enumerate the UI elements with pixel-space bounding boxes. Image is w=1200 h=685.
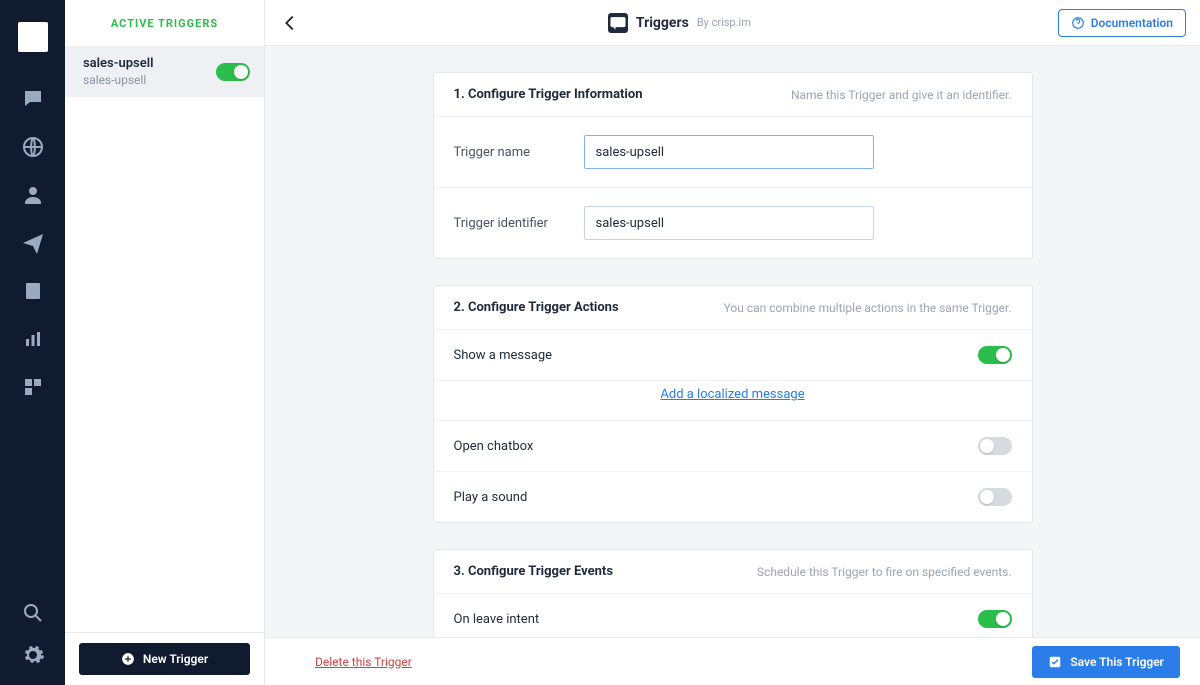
triggers-app-icon [608, 13, 628, 33]
search-icon[interactable] [21, 601, 45, 625]
action-play-sound-toggle[interactable] [978, 488, 1012, 506]
trigger-id-input[interactable] [584, 206, 874, 240]
section3-subtitle: Schedule this Trigger to fire on specifi… [757, 565, 1012, 579]
back-button[interactable] [279, 12, 301, 34]
book-icon[interactable] [21, 279, 45, 303]
action-play-sound-label: Play a sound [454, 490, 528, 505]
content-scroll[interactable]: 1. Configure Trigger Information Name th… [265, 46, 1200, 637]
chart-icon[interactable] [21, 327, 45, 351]
new-trigger-button[interactable]: New Trigger [79, 643, 250, 675]
event-leave-intent-label: On leave intent [454, 612, 540, 627]
section2-subtitle: You can combine multiple actions in the … [724, 301, 1012, 315]
trigger-id-label: Trigger identifier [454, 216, 584, 231]
help-icon [1071, 16, 1085, 30]
trigger-list-item[interactable]: sales-upsell sales-upsell [65, 46, 264, 97]
section-trigger-events: 3. Configure Trigger Events Schedule thi… [433, 549, 1033, 637]
person-icon[interactable] [21, 183, 45, 207]
save-trigger-button[interactable]: Save This Trigger [1032, 646, 1180, 678]
section3-title: 3. Configure Trigger Events [454, 564, 614, 579]
trigger-item-toggle[interactable] [216, 63, 250, 81]
main: Triggers By crisp.im Documentation 1. Co… [265, 0, 1200, 685]
sidebar-title: ACTIVE TRIGGERS [65, 0, 264, 46]
section1-subtitle: Name this Trigger and give it an identif… [791, 88, 1012, 102]
delete-trigger-link[interactable]: Delete this Trigger [315, 655, 412, 669]
settings-icon[interactable] [21, 643, 45, 667]
add-localized-message-link[interactable]: Add a localized message [434, 381, 1032, 421]
page-subtitle: By crisp.im [697, 16, 751, 29]
app-logo[interactable] [18, 22, 48, 52]
sidebar: ACTIVE TRIGGERS sales-upsell sales-upsel… [65, 0, 265, 685]
documentation-label: Documentation [1091, 16, 1173, 30]
documentation-button[interactable]: Documentation [1058, 9, 1186, 37]
chat-icon[interactable] [21, 87, 45, 111]
section1-title: 1. Configure Trigger Information [454, 87, 643, 102]
section-trigger-actions: 2. Configure Trigger Actions You can com… [433, 285, 1033, 523]
new-trigger-label: New Trigger [143, 652, 208, 666]
action-show-message-toggle[interactable] [978, 346, 1012, 364]
trigger-name-input[interactable] [584, 135, 874, 169]
action-open-chatbox-toggle[interactable] [978, 437, 1012, 455]
section-trigger-info: 1. Configure Trigger Information Name th… [433, 72, 1033, 259]
footer-bar: Delete this Trigger Save This Trigger [265, 637, 1200, 685]
nav-rail [0, 0, 65, 685]
event-leave-intent-toggle[interactable] [978, 610, 1012, 628]
topbar: Triggers By crisp.im Documentation [265, 0, 1200, 46]
globe-icon[interactable] [21, 135, 45, 159]
section2-title: 2. Configure Trigger Actions [454, 300, 619, 315]
action-open-chatbox-label: Open chatbox [454, 439, 534, 454]
save-trigger-label: Save This Trigger [1070, 655, 1164, 669]
grid-icon[interactable] [21, 375, 45, 399]
page-title: Triggers [636, 15, 689, 31]
plus-icon [121, 652, 135, 666]
check-icon [1048, 655, 1062, 669]
action-show-message-label: Show a message [454, 348, 553, 363]
send-icon[interactable] [21, 231, 45, 255]
trigger-name-label: Trigger name [454, 145, 584, 160]
